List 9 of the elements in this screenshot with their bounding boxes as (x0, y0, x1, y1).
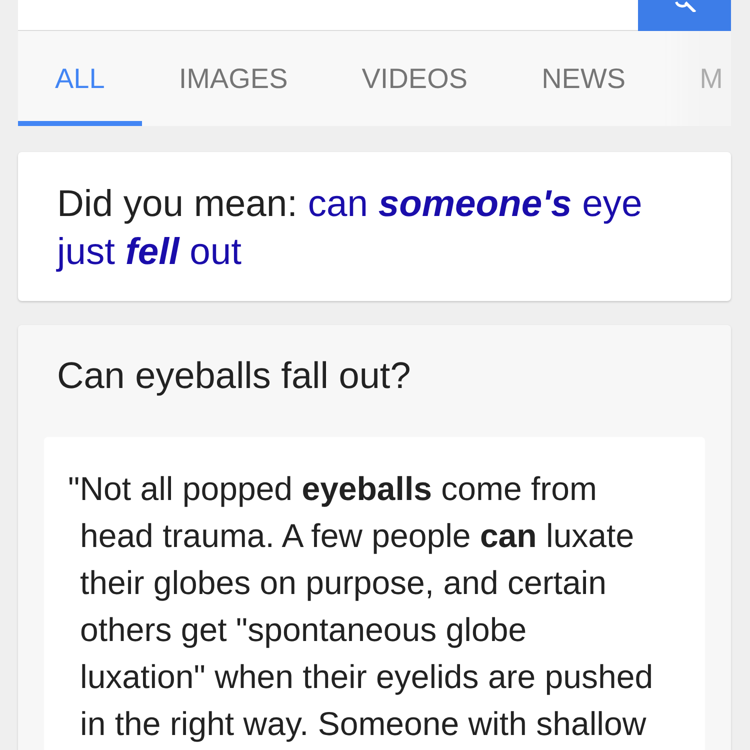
tab[interactable]: IMAGES (142, 31, 325, 126)
tab[interactable]: ALL (18, 31, 142, 126)
search-button[interactable] (638, 0, 731, 31)
snippet-text: "Not all popped eyeballs come from head trauma. A few people can luxate their globes on purpose, and certain others get "spontaneous globe luxation" when their eyelids are pushed in the right way. Someone with shallow (68, 469, 654, 744)
search-icon (674, 0, 696, 12)
tab[interactable]: NEWS (504, 31, 663, 126)
answer-question: Can eyeballs fall out? (57, 354, 411, 398)
tab[interactable]: VIDEOS (324, 31, 505, 126)
did-you-mean-suggestion[interactable]: Did you mean: can someone's eye just fell out (57, 179, 692, 275)
